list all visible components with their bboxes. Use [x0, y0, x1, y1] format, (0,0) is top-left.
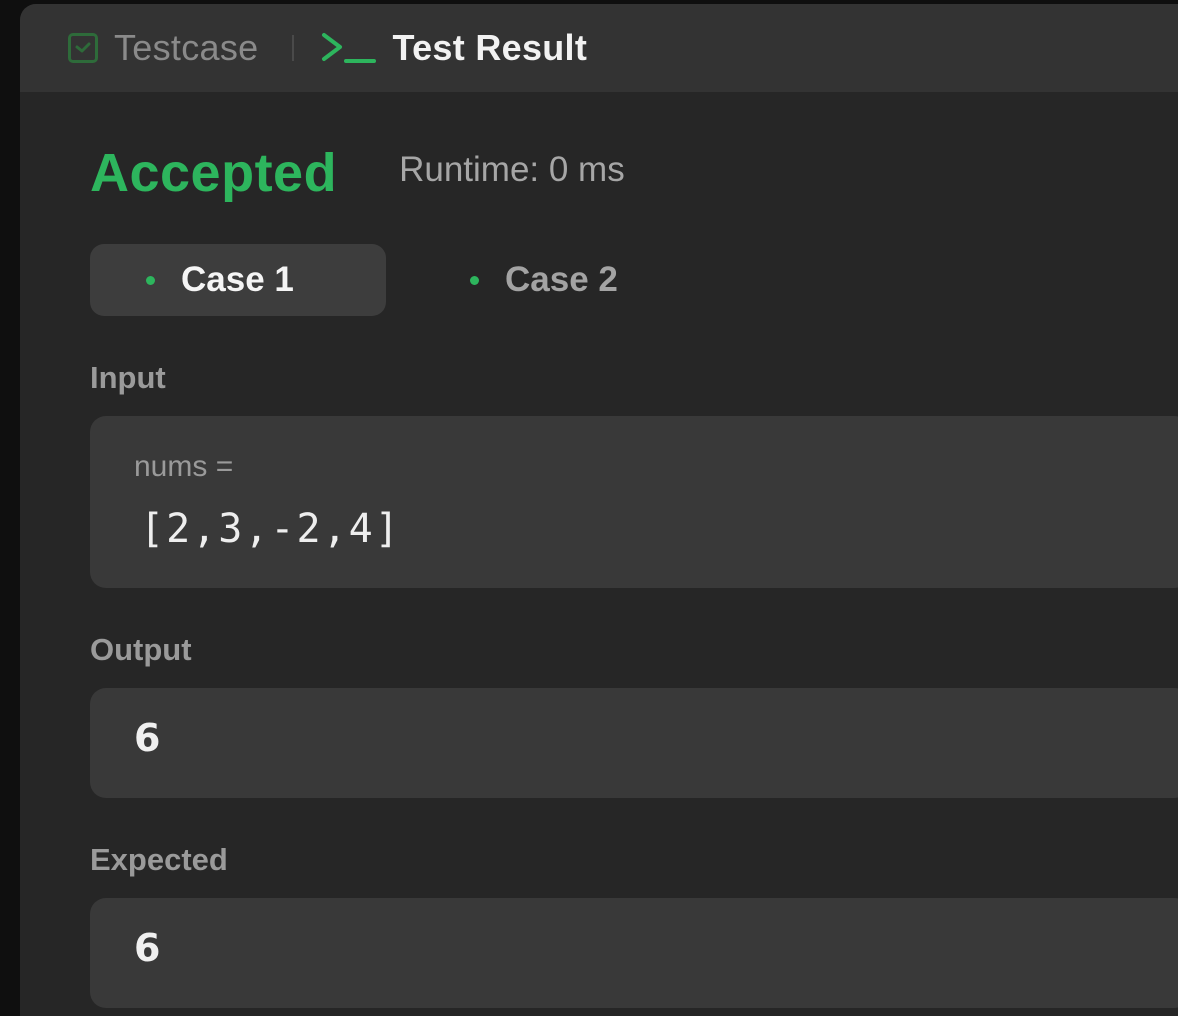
- input-label: Input: [90, 360, 166, 395]
- runtime-text: Runtime: 0 ms: [399, 150, 625, 189]
- pass-dot-icon: [146, 275, 155, 285]
- expected-value: 6: [134, 926, 161, 970]
- case-label: Case 2: [505, 260, 618, 299]
- test-result-content: Accepted Runtime: 0 ms Case 1 Case 2 Inp…: [90, 92, 1178, 1016]
- case-label: Case 1: [181, 260, 294, 299]
- input-var-name: nums =: [134, 450, 234, 483]
- case-tabs: Case 1 Case 2: [90, 244, 618, 316]
- status-badge: Accepted: [90, 143, 338, 203]
- tab-test-result-label: Test Result: [392, 27, 588, 68]
- status-row: Accepted Runtime: 0 ms: [90, 142, 625, 204]
- tab-case-1[interactable]: Case 1: [90, 244, 386, 316]
- output-label: Output: [90, 632, 192, 667]
- tab-testcase-label: Testcase: [114, 27, 259, 68]
- output-value: 6: [134, 716, 161, 760]
- expected-label: Expected: [90, 842, 228, 877]
- window-frame: Testcase Test Result Accepted Runtime: 0…: [0, 0, 1178, 1016]
- test-result-panel: Testcase Test Result Accepted Runtime: 0…: [20, 4, 1178, 1016]
- checkbox-icon: [68, 33, 98, 63]
- input-var-value: [2,3,-2,4]: [140, 506, 401, 552]
- terminal-icon: [320, 31, 378, 65]
- panel-tab-bar: Testcase Test Result: [20, 4, 1178, 92]
- input-box: nums = [2,3,-2,4]: [90, 416, 1178, 588]
- tab-divider: [292, 35, 295, 61]
- expected-box: 6: [90, 898, 1178, 1008]
- tab-test-result[interactable]: Test Result: [320, 4, 587, 92]
- output-box: 6: [90, 688, 1178, 798]
- tab-case-2[interactable]: Case 2: [470, 244, 618, 316]
- tab-testcase[interactable]: Testcase: [68, 4, 258, 92]
- pass-dot-icon: [470, 275, 479, 285]
